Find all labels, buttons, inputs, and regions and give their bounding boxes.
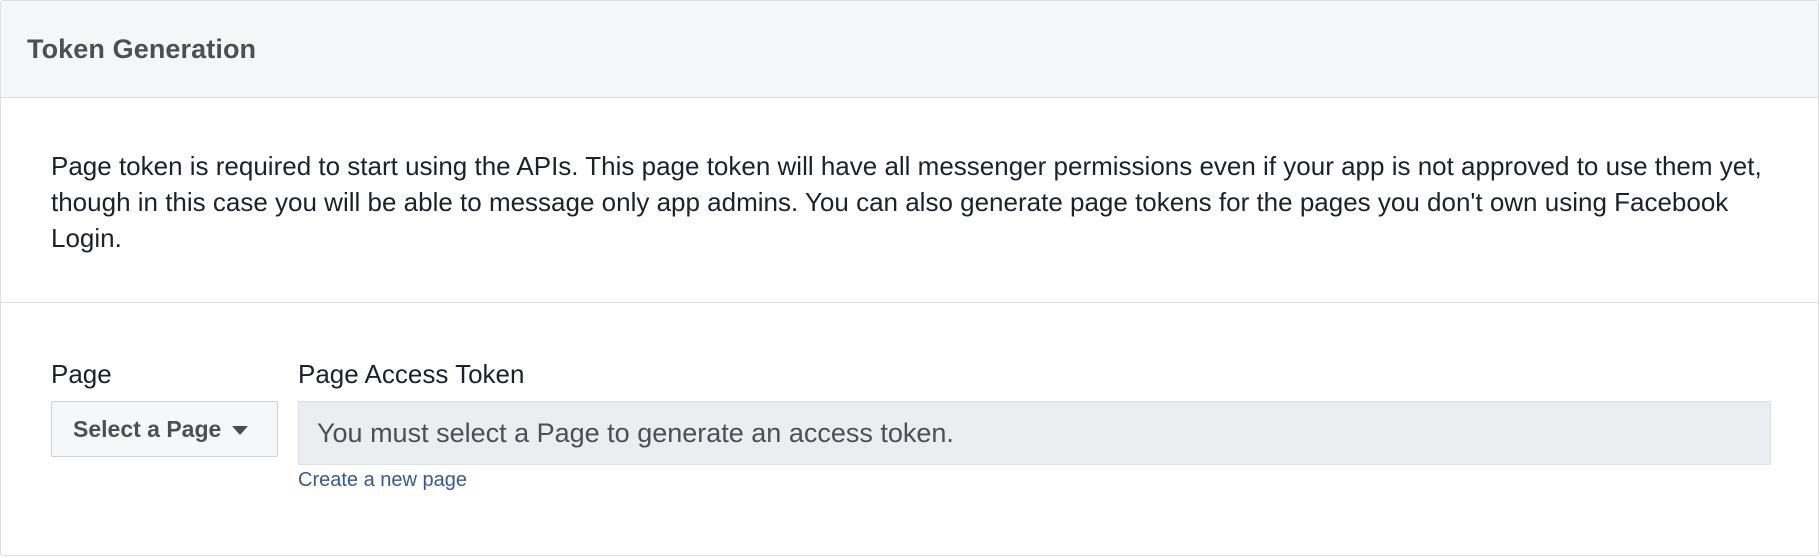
create-new-page-link[interactable]: Create a new page: [298, 469, 467, 492]
caret-down-icon: [232, 425, 249, 435]
description-section: Page token is required to start using th…: [1, 98, 1818, 303]
page-access-token-value: You must select a Page to generate an ac…: [317, 417, 954, 448]
panel-title: Token Generation: [27, 33, 257, 64]
token-form: Page Page Access Token Select a Page You…: [1, 303, 1818, 555]
panel-header: Token Generation: [1, 1, 1818, 98]
page-label: Page: [51, 359, 112, 389]
page-access-token-label: Page Access Token: [298, 359, 525, 389]
page-select-dropdown[interactable]: Select a Page: [51, 401, 278, 457]
description-text: Page token is required to start using th…: [51, 151, 1762, 253]
page-select-label: Select a Page: [73, 415, 222, 442]
token-generation-panel: Token Generation Page token is required …: [0, 0, 1819, 556]
page-access-token-field[interactable]: You must select a Page to generate an ac…: [298, 401, 1771, 465]
